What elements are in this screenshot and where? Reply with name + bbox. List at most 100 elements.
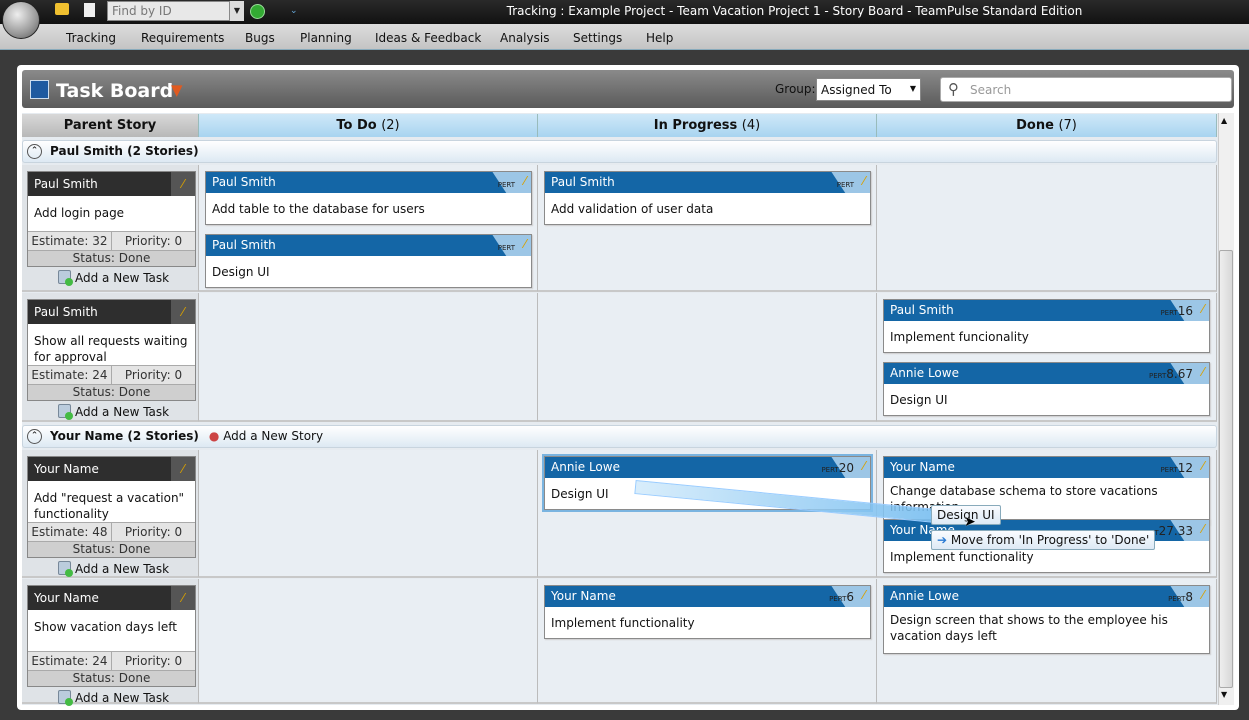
edit-pencil-icon[interactable]: ⁄ — [1202, 302, 1204, 316]
story-card[interactable]: Paul Smith ⁄ Show all requests waiting for… — [27, 299, 196, 401]
edit-pencil-icon[interactable]: ⁄ — [171, 172, 195, 196]
edit-pencil-icon[interactable]: ⁄ — [524, 174, 526, 188]
add-task-icon — [58, 561, 73, 577]
pert-estimate: PERT — [497, 181, 515, 189]
column-count: (7) — [1058, 118, 1077, 133]
task-title: Design UI — [890, 393, 948, 407]
group-header[interactable]: ⌃ Your Name (2 Stories) ● Add a New Story — [22, 425, 1217, 448]
edit-pencil-icon[interactable]: ⁄ — [863, 174, 865, 188]
scroll-up-icon[interactable]: ▲ — [1221, 116, 1227, 125]
task-title: Design screen that shows to the employee… — [890, 613, 1168, 643]
add-task-icon — [58, 404, 73, 420]
task-card[interactable]: Paul Smith PERT16 ⁄ Implement funcionality — [883, 299, 1210, 353]
task-owner: Paul Smith — [212, 238, 276, 252]
task-title: Implement functionality — [551, 616, 695, 630]
column-header: In Progress (4) — [538, 114, 877, 137]
menu-item[interactable]: Tracking — [66, 31, 116, 45]
edit-pencil-icon[interactable]: ⁄ — [863, 588, 865, 602]
open-folder-icon[interactable] — [55, 3, 69, 15]
edit-pencil-icon[interactable]: ⁄ — [1202, 522, 1204, 536]
task-card[interactable]: Annie Lowe PERT8.67 ⁄ Design UI — [883, 362, 1210, 416]
story-card[interactable]: Your Name ⁄ Show vacation days left Estimat… — [27, 585, 196, 687]
search-icon: ⚲ — [948, 80, 959, 98]
task-card[interactable]: Your Name PERT6 ⁄ Implement functionality — [544, 585, 871, 639]
task-card[interactable]: Paul Smith PERT ⁄ Add table to the database… — [205, 171, 532, 225]
edit-pencil-icon[interactable]: ⁄ — [863, 459, 865, 473]
group-by-select[interactable]: Assigned To ▼ — [816, 78, 921, 101]
edit-pencil-icon[interactable]: ⁄ — [1202, 365, 1204, 379]
menu-item[interactable]: Requirements — [141, 31, 224, 45]
pert-estimate: PERT — [836, 181, 854, 189]
chevron-down-icon: ▼ — [909, 84, 916, 93]
board-cell — [199, 293, 538, 422]
story-title: Show vacation days left — [34, 620, 177, 634]
menu-item[interactable]: Help — [646, 31, 673, 45]
scrollbar-thumb[interactable] — [1219, 250, 1233, 688]
menu-item[interactable]: Settings — [573, 31, 622, 45]
story-card[interactable]: Paul Smith ⁄ Add login page Estimate: 32 Pri… — [27, 171, 196, 267]
task-owner: Annie Lowe — [890, 366, 959, 380]
add-task-button[interactable]: Add a New Task — [58, 690, 170, 706]
task-card[interactable]: Paul Smith PERT ⁄ Design UI — [205, 234, 532, 288]
new-document-icon[interactable] — [84, 3, 95, 17]
story-title: Add login page — [34, 206, 125, 220]
pert-estimate: PERT6 — [829, 590, 854, 604]
scroll-down-icon[interactable]: ▼ — [1221, 690, 1227, 699]
menu-item[interactable]: Planning — [300, 31, 352, 45]
edit-pencil-icon[interactable]: ⁄ — [171, 586, 195, 610]
column-count: (4) — [741, 118, 761, 133]
board-cell — [199, 450, 538, 578]
app-logo-icon[interactable] — [2, 1, 40, 39]
story-title: Show all requests waiting for approval — [34, 334, 188, 364]
add-task-button[interactable]: Add a New Task — [58, 270, 170, 286]
task-title: Implement funcionality — [890, 330, 1029, 344]
task-owner: Paul Smith — [890, 303, 954, 317]
board-cell — [199, 579, 538, 704]
story-owner: Your Name — [34, 591, 99, 605]
search-input[interactable]: ⚲ Search — [940, 77, 1232, 102]
add-task-icon — [58, 690, 73, 706]
task-title: Add table to the database for users — [212, 202, 425, 216]
task-card[interactable]: Annie Lowe PERT8 ⁄ Design screen that shows… — [883, 585, 1210, 654]
edit-pencil-icon[interactable]: ⁄ — [171, 300, 195, 324]
edit-pencil-icon[interactable]: ⁄ — [171, 457, 195, 481]
story-priority: Priority: 0 — [111, 652, 195, 670]
story-estimate: Estimate: 48 — [31, 525, 108, 539]
task-card[interactable]: Paul Smith PERT ⁄ Add validation of user da… — [544, 171, 871, 225]
collapse-icon[interactable]: ⌃ — [27, 144, 42, 159]
add-task-button[interactable]: Add a New Task — [58, 561, 169, 577]
drag-hint: ➔ Move from 'In Progress' to 'Done' — [931, 530, 1156, 550]
column-label: To Do — [336, 118, 377, 133]
quick-access-chevron-icon[interactable]: ⌄ — [290, 6, 298, 16]
menu-item[interactable]: Analysis — [500, 31, 549, 45]
story-owner: Paul Smith — [34, 305, 98, 319]
story-owner: Paul Smith — [34, 177, 98, 191]
story-title: Add "request a vacation" functionality — [34, 491, 185, 521]
drag-hint-text: Move from 'In Progress' to 'Done' — [950, 533, 1150, 547]
add-story-button[interactable]: ● Add a New Story — [209, 429, 323, 443]
add-task-label: Add a New Task — [75, 691, 170, 705]
story-card[interactable]: Your Name ⁄ Add "request a vacation" funct… — [27, 456, 196, 558]
story-priority: Priority: 0 — [111, 232, 195, 250]
save-icon[interactable] — [250, 4, 265, 19]
group-header[interactable]: ⌃ Paul Smith (2 Stories) — [22, 140, 1217, 163]
add-story-icon: ● — [208, 429, 220, 443]
edit-pencil-icon[interactable]: ⁄ — [1202, 588, 1204, 602]
menu-item[interactable]: Bugs — [245, 31, 275, 45]
page-title: Task Board — [56, 80, 174, 102]
add-task-label: Add a New Task — [75, 271, 170, 285]
story-status: Status: Done — [28, 384, 195, 400]
task-board-icon — [30, 80, 49, 99]
story-status: Status: Done — [28, 250, 195, 266]
collapse-icon[interactable]: ⌃ — [27, 429, 42, 444]
find-dropdown-arrow[interactable]: ▼ — [229, 1, 244, 21]
pert-estimate: PERT8.67 — [1149, 367, 1193, 381]
column-label: In Progress — [653, 118, 738, 133]
edit-pencil-icon[interactable]: ⁄ — [524, 237, 526, 251]
find-by-id-input[interactable]: Find by ID — [107, 1, 244, 21]
arrow-right-icon: ➔ — [937, 533, 948, 547]
menu-item[interactable]: Ideas & Feedback — [375, 31, 481, 45]
filter-icon[interactable]: ▼ — [171, 81, 183, 99]
edit-pencil-icon[interactable]: ⁄ — [1202, 459, 1204, 473]
add-task-button[interactable]: Add a New Task — [58, 404, 169, 420]
